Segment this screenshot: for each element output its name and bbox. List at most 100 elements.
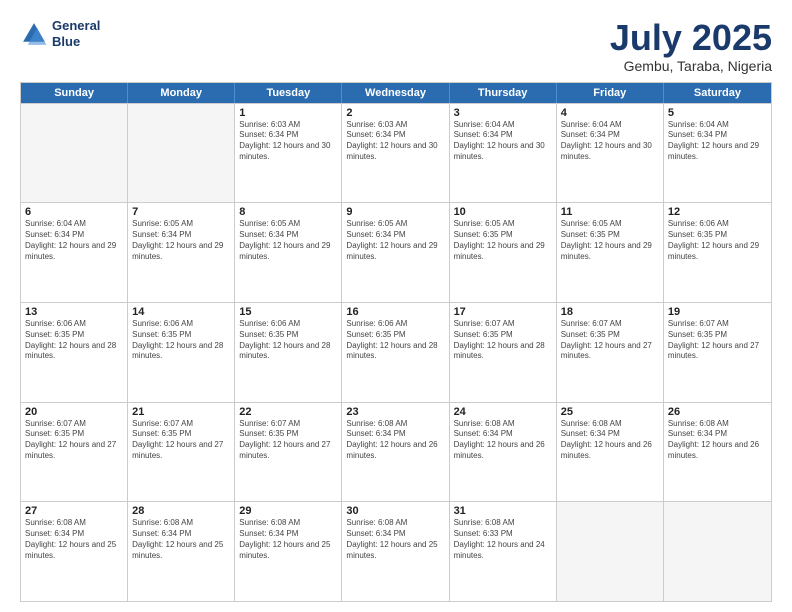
day-info: Sunrise: 6:08 AMSunset: 6:34 PMDaylight:… [132, 518, 230, 561]
day-cell-9: 9Sunrise: 6:05 AMSunset: 6:34 PMDaylight… [342, 203, 449, 302]
day-number: 16 [346, 306, 444, 318]
day-info: Sunrise: 6:08 AMSunset: 6:34 PMDaylight:… [25, 518, 123, 561]
day-info: Sunrise: 6:04 AMSunset: 6:34 PMDaylight:… [25, 219, 123, 262]
day-number: 23 [346, 406, 444, 418]
day-number: 21 [132, 406, 230, 418]
day-cell-29: 29Sunrise: 6:08 AMSunset: 6:34 PMDayligh… [235, 502, 342, 601]
day-info: Sunrise: 6:04 AMSunset: 6:34 PMDaylight:… [668, 120, 767, 163]
day-info: Sunrise: 6:05 AMSunset: 6:35 PMDaylight:… [454, 219, 552, 262]
day-cell-1: 1Sunrise: 6:03 AMSunset: 6:34 PMDaylight… [235, 104, 342, 203]
day-header-saturday: Saturday [664, 83, 771, 103]
day-number: 9 [346, 206, 444, 218]
day-number: 1 [239, 107, 337, 119]
day-cell-24: 24Sunrise: 6:08 AMSunset: 6:34 PMDayligh… [450, 403, 557, 502]
day-cell-7: 7Sunrise: 6:05 AMSunset: 6:34 PMDaylight… [128, 203, 235, 302]
day-number: 27 [25, 505, 123, 517]
day-header-tuesday: Tuesday [235, 83, 342, 103]
calendar-header: SundayMondayTuesdayWednesdayThursdayFrid… [21, 83, 771, 103]
day-number: 15 [239, 306, 337, 318]
day-info: Sunrise: 6:05 AMSunset: 6:34 PMDaylight:… [346, 219, 444, 262]
day-info: Sunrise: 6:06 AMSunset: 6:35 PMDaylight:… [132, 319, 230, 362]
week-row-3: 13Sunrise: 6:06 AMSunset: 6:35 PMDayligh… [21, 302, 771, 402]
page: General Blue July 2025 Gembu, Taraba, Ni… [0, 0, 792, 612]
day-cell-27: 27Sunrise: 6:08 AMSunset: 6:34 PMDayligh… [21, 502, 128, 601]
day-cell-4: 4Sunrise: 6:04 AMSunset: 6:34 PMDaylight… [557, 104, 664, 203]
day-cell-14: 14Sunrise: 6:06 AMSunset: 6:35 PMDayligh… [128, 303, 235, 402]
day-number: 8 [239, 206, 337, 218]
calendar: SundayMondayTuesdayWednesdayThursdayFrid… [20, 82, 772, 602]
day-cell-10: 10Sunrise: 6:05 AMSunset: 6:35 PMDayligh… [450, 203, 557, 302]
day-cell-13: 13Sunrise: 6:06 AMSunset: 6:35 PMDayligh… [21, 303, 128, 402]
day-cell-15: 15Sunrise: 6:06 AMSunset: 6:35 PMDayligh… [235, 303, 342, 402]
subtitle: Gembu, Taraba, Nigeria [610, 58, 772, 74]
header: General Blue July 2025 Gembu, Taraba, Ni… [20, 18, 772, 74]
day-number: 4 [561, 107, 659, 119]
day-info: Sunrise: 6:06 AMSunset: 6:35 PMDaylight:… [346, 319, 444, 362]
calendar-body: 1Sunrise: 6:03 AMSunset: 6:34 PMDaylight… [21, 103, 771, 601]
day-cell-6: 6Sunrise: 6:04 AMSunset: 6:34 PMDaylight… [21, 203, 128, 302]
day-number: 26 [668, 406, 767, 418]
day-cell-2: 2Sunrise: 6:03 AMSunset: 6:34 PMDaylight… [342, 104, 449, 203]
day-info: Sunrise: 6:06 AMSunset: 6:35 PMDaylight:… [668, 219, 767, 262]
day-number: 14 [132, 306, 230, 318]
empty-cell [557, 502, 664, 601]
empty-cell [664, 502, 771, 601]
day-info: Sunrise: 6:05 AMSunset: 6:34 PMDaylight:… [239, 219, 337, 262]
logo-text: General Blue [52, 18, 100, 49]
empty-cell [128, 104, 235, 203]
day-info: Sunrise: 6:04 AMSunset: 6:34 PMDaylight:… [454, 120, 552, 163]
day-cell-30: 30Sunrise: 6:08 AMSunset: 6:34 PMDayligh… [342, 502, 449, 601]
day-number: 12 [668, 206, 767, 218]
day-info: Sunrise: 6:07 AMSunset: 6:35 PMDaylight:… [239, 419, 337, 462]
day-number: 3 [454, 107, 552, 119]
day-cell-11: 11Sunrise: 6:05 AMSunset: 6:35 PMDayligh… [557, 203, 664, 302]
day-info: Sunrise: 6:04 AMSunset: 6:34 PMDaylight:… [561, 120, 659, 163]
week-row-1: 1Sunrise: 6:03 AMSunset: 6:34 PMDaylight… [21, 103, 771, 203]
day-number: 10 [454, 206, 552, 218]
day-info: Sunrise: 6:08 AMSunset: 6:34 PMDaylight:… [346, 518, 444, 561]
day-number: 13 [25, 306, 123, 318]
day-number: 24 [454, 406, 552, 418]
day-number: 25 [561, 406, 659, 418]
logo: General Blue [20, 18, 100, 49]
day-header-sunday: Sunday [21, 83, 128, 103]
empty-cell [21, 104, 128, 203]
day-cell-23: 23Sunrise: 6:08 AMSunset: 6:34 PMDayligh… [342, 403, 449, 502]
day-cell-22: 22Sunrise: 6:07 AMSunset: 6:35 PMDayligh… [235, 403, 342, 502]
day-info: Sunrise: 6:08 AMSunset: 6:34 PMDaylight:… [454, 419, 552, 462]
day-cell-16: 16Sunrise: 6:06 AMSunset: 6:35 PMDayligh… [342, 303, 449, 402]
main-title: July 2025 [610, 18, 772, 58]
day-number: 28 [132, 505, 230, 517]
day-info: Sunrise: 6:07 AMSunset: 6:35 PMDaylight:… [561, 319, 659, 362]
day-number: 11 [561, 206, 659, 218]
day-number: 30 [346, 505, 444, 517]
day-number: 29 [239, 505, 337, 517]
day-cell-18: 18Sunrise: 6:07 AMSunset: 6:35 PMDayligh… [557, 303, 664, 402]
day-info: Sunrise: 6:08 AMSunset: 6:34 PMDaylight:… [239, 518, 337, 561]
day-cell-5: 5Sunrise: 6:04 AMSunset: 6:34 PMDaylight… [664, 104, 771, 203]
day-info: Sunrise: 6:03 AMSunset: 6:34 PMDaylight:… [239, 120, 337, 163]
day-info: Sunrise: 6:08 AMSunset: 6:34 PMDaylight:… [346, 419, 444, 462]
day-cell-21: 21Sunrise: 6:07 AMSunset: 6:35 PMDayligh… [128, 403, 235, 502]
day-header-monday: Monday [128, 83, 235, 103]
day-number: 17 [454, 306, 552, 318]
day-cell-19: 19Sunrise: 6:07 AMSunset: 6:35 PMDayligh… [664, 303, 771, 402]
day-info: Sunrise: 6:08 AMSunset: 6:34 PMDaylight:… [561, 419, 659, 462]
day-info: Sunrise: 6:07 AMSunset: 6:35 PMDaylight:… [25, 419, 123, 462]
day-header-wednesday: Wednesday [342, 83, 449, 103]
day-info: Sunrise: 6:07 AMSunset: 6:35 PMDaylight:… [668, 319, 767, 362]
day-info: Sunrise: 6:06 AMSunset: 6:35 PMDaylight:… [239, 319, 337, 362]
day-info: Sunrise: 6:06 AMSunset: 6:35 PMDaylight:… [25, 319, 123, 362]
day-cell-3: 3Sunrise: 6:04 AMSunset: 6:34 PMDaylight… [450, 104, 557, 203]
day-cell-12: 12Sunrise: 6:06 AMSunset: 6:35 PMDayligh… [664, 203, 771, 302]
day-info: Sunrise: 6:05 AMSunset: 6:34 PMDaylight:… [132, 219, 230, 262]
day-cell-25: 25Sunrise: 6:08 AMSunset: 6:34 PMDayligh… [557, 403, 664, 502]
day-cell-17: 17Sunrise: 6:07 AMSunset: 6:35 PMDayligh… [450, 303, 557, 402]
day-header-thursday: Thursday [450, 83, 557, 103]
day-info: Sunrise: 6:07 AMSunset: 6:35 PMDaylight:… [454, 319, 552, 362]
day-info: Sunrise: 6:08 AMSunset: 6:33 PMDaylight:… [454, 518, 552, 561]
week-row-4: 20Sunrise: 6:07 AMSunset: 6:35 PMDayligh… [21, 402, 771, 502]
week-row-2: 6Sunrise: 6:04 AMSunset: 6:34 PMDaylight… [21, 202, 771, 302]
day-number: 6 [25, 206, 123, 218]
day-cell-20: 20Sunrise: 6:07 AMSunset: 6:35 PMDayligh… [21, 403, 128, 502]
